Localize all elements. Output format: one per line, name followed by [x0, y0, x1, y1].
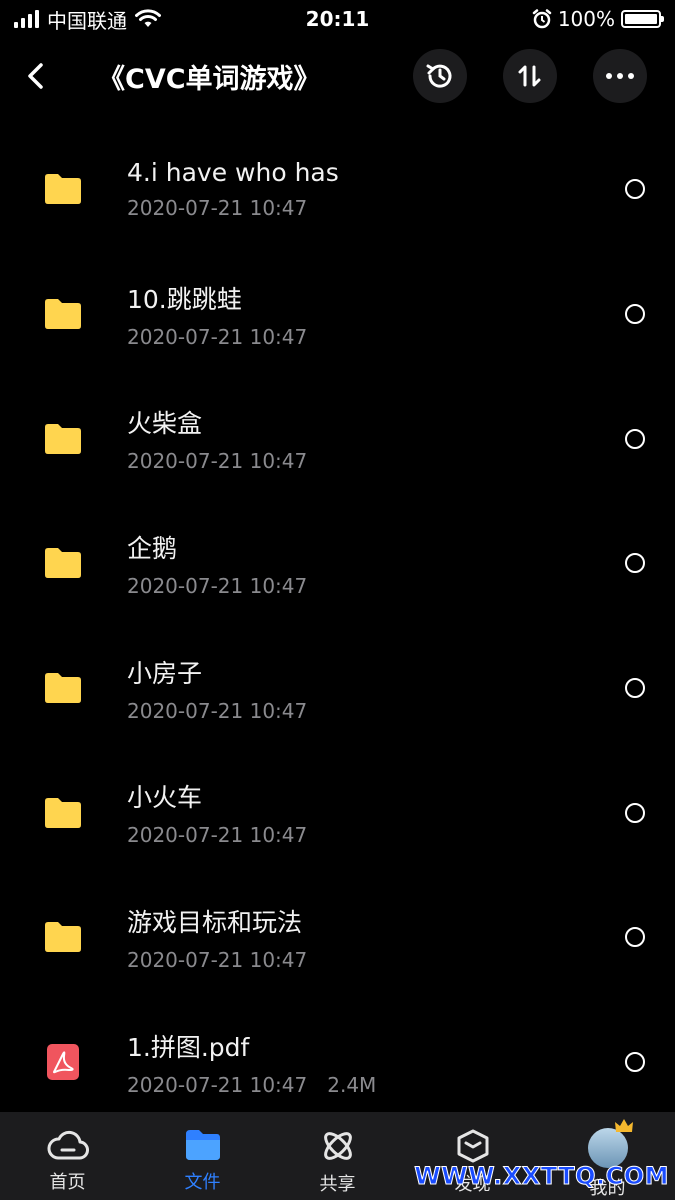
file-date: 2020-07-21 10:47	[127, 196, 308, 221]
select-radio[interactable]	[625, 553, 645, 574]
file-row[interactable]: 企鹅 2020-07-21 10:47	[0, 501, 675, 626]
status-left: 中国联通	[14, 5, 161, 34]
file-date: 2020-07-21 10:47	[127, 698, 308, 723]
box-icon	[457, 1129, 488, 1163]
file-date: 2020-07-21 10:47	[127, 947, 308, 972]
status-right: 100%	[532, 7, 664, 31]
header: 《CVC单词游戏》	[0, 46, 675, 106]
battery-percent: 100%	[557, 7, 615, 31]
select-radio[interactable]	[625, 179, 645, 200]
file-name: 小火车	[127, 783, 203, 813]
file-name: 企鹅	[127, 533, 178, 563]
file-row[interactable]: 小火车 2020-07-21 10:47	[0, 750, 675, 875]
file-date: 2020-07-21 10:47	[127, 449, 308, 474]
file-name: 小房子	[127, 658, 203, 688]
tab-home[interactable]: 首页	[0, 1112, 135, 1200]
alarm-icon	[532, 9, 552, 29]
select-radio[interactable]	[625, 927, 645, 948]
file-name: 火柴盒	[127, 409, 203, 439]
folder-icon	[45, 174, 81, 205]
tab-bar: 首页 文件 共享 发现 我的 WWW.XXTTQ.COM	[0, 1112, 675, 1200]
folder-icon	[45, 673, 81, 704]
header-actions	[413, 49, 647, 103]
file-row[interactable]: 火柴盒 2020-07-21 10:47	[0, 376, 675, 501]
sort-icon	[518, 65, 541, 87]
tab-files[interactable]: 文件	[135, 1112, 270, 1200]
tab-label: 共享	[319, 1174, 356, 1195]
file-date: 2020-07-21 10:47	[127, 823, 308, 848]
file-name: 游戏目标和玩法	[127, 907, 303, 937]
more-button[interactable]	[593, 49, 647, 103]
select-radio[interactable]	[625, 304, 645, 325]
file-name: 10.跳跳蛙	[127, 284, 242, 314]
status-bar: 中国联通 20:11 100%	[0, 0, 675, 38]
watermark: WWW.XXTTQ.COM	[414, 1162, 669, 1191]
file-row[interactable]: 1.拼图.pdf 2020-07-21 10:47 2.4M	[0, 1000, 675, 1125]
history-icon	[426, 64, 452, 88]
folder-icon	[185, 1130, 220, 1160]
pdf-file-icon	[47, 1044, 79, 1081]
page-title: 《CVC单词游戏》	[98, 63, 321, 95]
file-row[interactable]: 游戏目标和玩法 2020-07-21 10:47	[0, 875, 675, 1000]
file-name: 1.拼图.pdf	[127, 1032, 250, 1062]
history-button[interactable]	[413, 49, 467, 103]
select-radio[interactable]	[625, 678, 645, 699]
folder-icon	[45, 548, 81, 579]
folder-icon	[45, 922, 81, 953]
folder-icon	[45, 423, 81, 454]
file-name: 4.i have who has	[127, 158, 339, 188]
file-row[interactable]: 小房子 2020-07-21 10:47	[0, 626, 675, 751]
wifi-icon	[135, 9, 161, 27]
select-radio[interactable]	[625, 428, 645, 449]
file-date: 2020-07-21 10:47	[127, 324, 308, 349]
battery-icon	[621, 10, 664, 28]
folder-icon	[45, 299, 81, 330]
tab-label: 首页	[49, 1172, 86, 1193]
file-size: 2.4M	[327, 1072, 377, 1097]
battery-fill	[625, 14, 657, 24]
select-radio[interactable]	[625, 802, 645, 823]
more-icon	[606, 73, 634, 79]
crown-icon	[614, 1119, 633, 1132]
back-arrow-icon	[28, 63, 43, 89]
file-date: 2020-07-21 10:47	[127, 573, 308, 598]
back-button[interactable]	[0, 46, 70, 106]
signal-icon	[14, 10, 39, 28]
sort-button[interactable]	[503, 49, 557, 103]
carrier-label: 中国联通	[47, 8, 127, 33]
atom-icon	[323, 1132, 352, 1160]
select-radio[interactable]	[625, 1052, 645, 1073]
tab-share[interactable]: 共享	[270, 1112, 405, 1200]
tab-label: 文件	[184, 1172, 221, 1193]
cloud-icon	[47, 1130, 89, 1160]
file-list: 4.i have who has 2020-07-21 10:47 10.跳跳蛙…	[0, 127, 675, 1125]
folder-icon	[45, 797, 81, 828]
file-row[interactable]: 4.i have who has 2020-07-21 10:47	[0, 127, 675, 252]
file-row[interactable]: 10.跳跳蛙 2020-07-21 10:47	[0, 252, 675, 377]
file-date: 2020-07-21 10:47	[127, 1072, 308, 1097]
